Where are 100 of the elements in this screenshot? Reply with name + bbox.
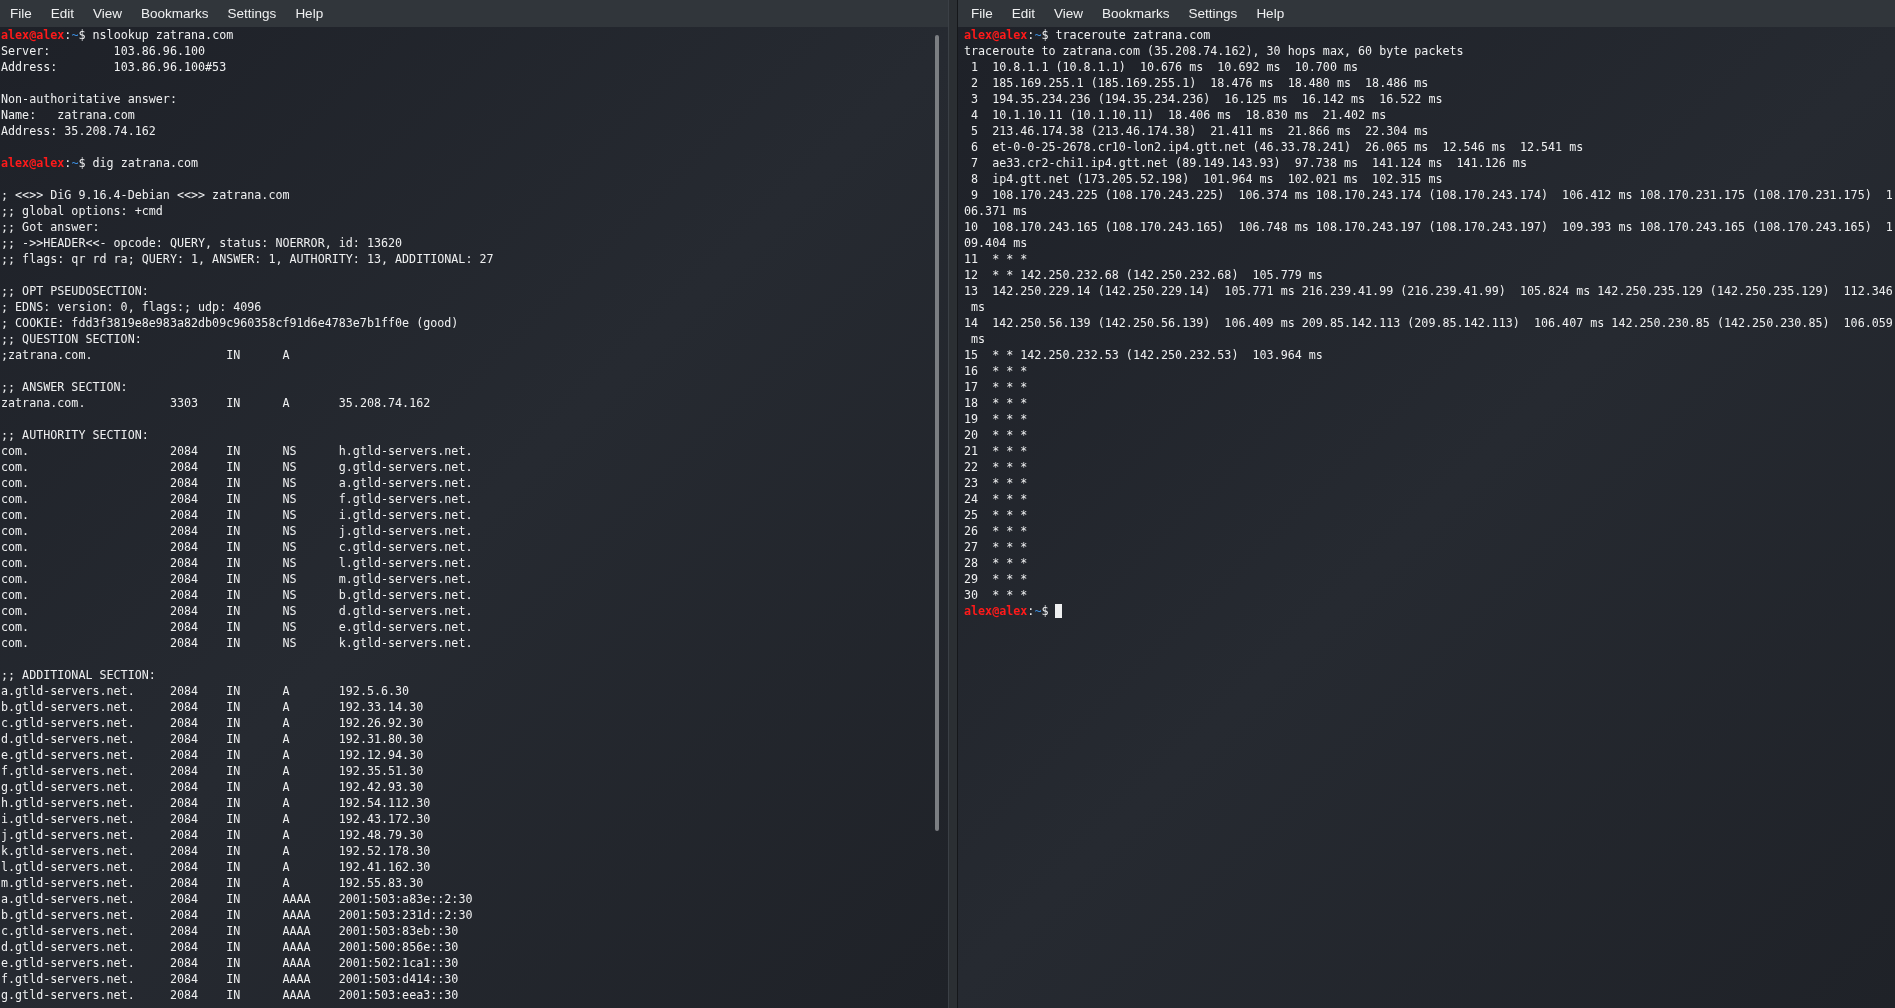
output-line: 10 108.170.243.165 (108.170.243.165) 106.748 ms 108.170.243.197 (108.170.243.197) 109.393 ms 108.170.243.165 (108.170.243.165) 1 — [964, 219, 1893, 235]
output-line: 6 et-0-0-25-2678.cr10-lon2.ip4.gtt.net (46.33.78.241) 26.065 ms 12.546 ms 12.541 ms — [970, 139, 1584, 155]
menu-item[interactable]: Settings — [227, 6, 277, 21]
output-line: 26 * * * — [964, 523, 1028, 539]
output-line: Server: 103.86.96.100 — [1, 43, 206, 59]
output-line: 09.404 ms — [964, 235, 1028, 251]
menu-item[interactable]: Help — [1256, 6, 1285, 21]
output-line: 23 * * * — [964, 475, 1028, 491]
menu-item[interactable]: View — [93, 6, 123, 21]
output-line: 5 213.46.174.38 (213.46.174.38) 21.411 ms 21.866 ms 22.304 ms — [970, 123, 1429, 139]
output-line: 4 10.1.10.11 (10.1.10.11) 18.406 ms 18.830 ms 21.402 ms — [970, 107, 1387, 123]
output-line: com. 2084 IN NS m.gtld-servers.net. — [1, 571, 473, 587]
output-line: 29 * * * — [964, 571, 1028, 587]
output-line: com. 2084 IN NS f.gtld-servers.net. — [1, 491, 473, 507]
command-line: alex@alex:~$ dig zatrana.com — [1, 155, 199, 171]
command-line: alex@alex:~$ traceroute zatrana.com — [964, 27, 1211, 43]
output-line: 7 ae33.cr2-chi1.ip4.gtt.net (89.149.143.93) 97.738 ms 141.124 ms 141.126 ms — [970, 155, 1527, 171]
output-line: ; COOKIE: fdd3f3819e8e983a82db09c960358cf91d6e4783e7b1ff0e (good) — [1, 315, 459, 331]
command-line: alex@alex:~$ nslookup zatrana.com — [1, 27, 234, 43]
output-line: d.gtld-servers.net. 2084 IN AAAA 2001:500:856e::30 — [1, 939, 459, 955]
output-line: l.gtld-servers.net. 2084 IN A 192.41.162.30 — [1, 859, 431, 875]
output-line: 20 * * * — [964, 427, 1028, 443]
output-line: com. 2084 IN NS b.gtld-servers.net. — [1, 587, 473, 603]
output-line: com. 2084 IN NS a.gtld-servers.net. — [1, 475, 473, 491]
output-line: h.gtld-servers.net. 2084 IN A 192.54.112.30 — [1, 795, 431, 811]
output-line: ;; Got answer: — [1, 219, 100, 235]
output-line: Name: zatrana.com — [1, 107, 135, 123]
output-line: ;; QUESTION SECTION: — [1, 331, 142, 347]
output-line: m.gtld-servers.net. 2084 IN A 192.55.83.30 — [1, 875, 424, 891]
output-line: com. 2084 IN NS c.gtld-servers.net. — [1, 539, 473, 555]
output-line: ;; ->>HEADER<<- opcode: QUERY, status: NOERROR, id: 13620 — [1, 235, 403, 251]
output-line: 11 * * * — [964, 251, 1028, 267]
output-line: ms — [970, 299, 986, 315]
output-line: ;; OPT PSEUDOSECTION: — [1, 283, 149, 299]
output-line: ;; flags: qr rd ra; QUERY: 1, ANSWER: 1, AUTHORITY: 13, ADDITIONAL: 27 — [1, 251, 494, 267]
output-line: g.gtld-servers.net. 2084 IN A 192.42.93.30 — [1, 779, 424, 795]
pane-splitter[interactable] — [948, 0, 958, 1008]
output-line: 22 * * * — [964, 459, 1028, 475]
output-line: com. 2084 IN NS h.gtld-servers.net. — [1, 443, 473, 459]
output-line: ;; ANSWER SECTION: — [1, 379, 128, 395]
output-line: 30 * * * — [964, 587, 1028, 603]
output-line: Non-authoritative answer: — [1, 91, 177, 107]
output-line: ;zatrana.com. IN A — [1, 347, 290, 363]
output-line: Address: 103.86.96.100#53 — [1, 59, 227, 75]
output-line: 1 10.8.1.1 (10.8.1.1) 10.676 ms 10.692 ms 10.700 ms — [970, 59, 1359, 75]
command-line: alex@alex:~$ — [964, 603, 1049, 619]
output-line: com. 2084 IN NS j.gtld-servers.net. — [1, 523, 473, 539]
output-line: 16 * * * — [964, 363, 1028, 379]
output-line: 8 ip4.gtt.net (173.205.52.198) 101.964 ms 102.021 ms 102.315 ms — [970, 171, 1443, 187]
output-line: ;; global options: +cmd — [1, 203, 163, 219]
output-line: a.gtld-servers.net. 2084 IN AAAA 2001:503:a83e::2:30 — [1, 891, 473, 907]
output-line: f.gtld-servers.net. 2084 IN AAAA 2001:503:d414::30 — [1, 971, 459, 987]
output-line: 21 * * * — [964, 443, 1028, 459]
output-line: com. 2084 IN NS l.gtld-servers.net. — [1, 555, 473, 571]
output-line: 12 * * 142.250.232.68 (142.250.232.68) 105.779 ms — [964, 267, 1323, 283]
menu-item[interactable]: Edit — [50, 6, 75, 21]
menu-item[interactable]: Bookmarks — [141, 6, 209, 21]
output-line: 18 * * * — [964, 395, 1028, 411]
output-line: ;; ADDITIONAL SECTION: — [1, 667, 156, 683]
output-line: 15 * * 142.250.232.53 (142.250.232.53) 103.964 ms — [964, 347, 1323, 363]
output-line: i.gtld-servers.net. 2084 IN A 192.43.172.30 — [1, 811, 431, 827]
output-line: c.gtld-servers.net. 2084 IN AAAA 2001:503:83eb::30 — [1, 923, 459, 939]
menu-item[interactable]: File — [971, 6, 993, 21]
output-line: k.gtld-servers.net. 2084 IN A 192.52.178.30 — [1, 843, 431, 859]
menu-item[interactable]: File — [10, 6, 32, 21]
output-line: 3 194.35.234.236 (194.35.234.236) 16.125 ms 16.142 ms 16.522 ms — [970, 91, 1443, 107]
output-line: 13 142.250.229.14 (142.250.229.14) 105.771 ms 216.239.41.99 (216.239.41.99) 105.824 ms 142.250.235.129 (142.250.235.129) 112.346 — [964, 283, 1893, 299]
output-line: e.gtld-servers.net. 2084 IN AAAA 2001:502:1ca1::30 — [1, 955, 459, 971]
output-line: e.gtld-servers.net. 2084 IN A 192.12.94.30 — [1, 747, 424, 763]
menu-item[interactable]: View — [1054, 6, 1084, 21]
output-line: 17 * * * — [964, 379, 1028, 395]
menu-item[interactable]: Edit — [1011, 6, 1036, 21]
output-line: ms — [970, 331, 986, 347]
output-line: com. 2084 IN NS k.gtld-servers.net. — [1, 635, 473, 651]
output-line: traceroute to zatrana.com (35.208.74.162), 30 hops max, 60 byte packets — [964, 43, 1464, 59]
output-line: com. 2084 IN NS d.gtld-servers.net. — [1, 603, 473, 619]
output-line: Address: 35.208.74.162 — [1, 123, 156, 139]
output-line: 9 108.170.243.225 (108.170.243.225) 106.374 ms 108.170.243.174 (108.170.243.174) 106.412 ms 108.170.231.175 (108.170.231.175) 1 — [970, 187, 1893, 203]
menu-item[interactable]: Bookmarks — [1102, 6, 1170, 21]
menu-item[interactable]: Help — [295, 6, 324, 21]
output-line: 24 * * * — [964, 491, 1028, 507]
output-line: ; EDNS: version: 0, flags:; udp: 4096 — [1, 299, 262, 315]
output-line: ;; AUTHORITY SECTION: — [1, 427, 149, 443]
output-line: c.gtld-servers.net. 2084 IN A 192.26.92.30 — [1, 715, 424, 731]
scrollbar-thumb[interactable] — [935, 35, 939, 831]
output-line: f.gtld-servers.net. 2084 IN A 192.35.51.30 — [1, 763, 424, 779]
output-line: 28 * * * — [964, 555, 1028, 571]
output-line: 14 142.250.56.139 (142.250.56.139) 106.409 ms 209.85.142.113 (209.85.142.113) 106.407 ms 142.250.230.85 (142.250.230.85) 106.059 — [964, 315, 1893, 331]
output-line: com. 2084 IN NS g.gtld-servers.net. — [1, 459, 473, 475]
output-line: com. 2084 IN NS e.gtld-servers.net. — [1, 619, 473, 635]
output-line: 25 * * * — [964, 507, 1028, 523]
output-line: 19 * * * — [964, 411, 1028, 427]
output-line: b.gtld-servers.net. 2084 IN AAAA 2001:503:231d::2:30 — [1, 907, 473, 923]
output-line: 27 * * * — [964, 539, 1028, 555]
output-line: a.gtld-servers.net. 2084 IN A 192.5.6.30 — [1, 683, 410, 699]
menu-item[interactable]: Settings — [1188, 6, 1238, 21]
output-line: b.gtld-servers.net. 2084 IN A 192.33.14.30 — [1, 699, 424, 715]
output-line: j.gtld-servers.net. 2084 IN A 192.48.79.30 — [1, 827, 424, 843]
output-line: 2 185.169.255.1 (185.169.255.1) 18.476 ms 18.480 ms 18.486 ms — [970, 75, 1429, 91]
output-line: ; <<>> DiG 9.16.4-Debian <<>> zatrana.com — [1, 187, 290, 203]
